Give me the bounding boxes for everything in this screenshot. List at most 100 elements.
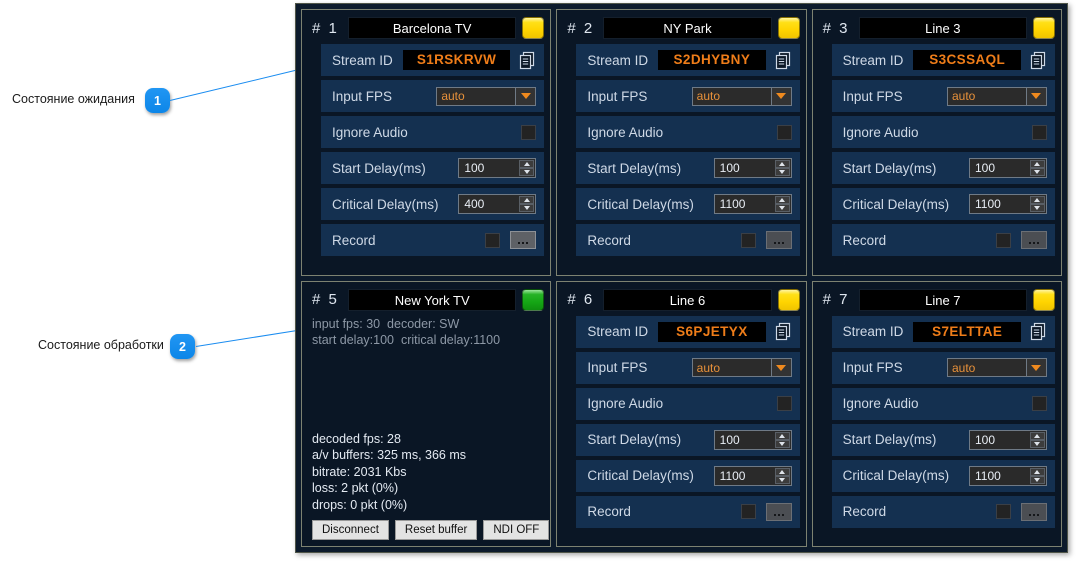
copy-icon[interactable] (519, 51, 536, 70)
settings-rows: Stream ID S2DHYBNY Input FPS auto Ignore… (563, 44, 800, 256)
status-led-running[interactable] (522, 288, 545, 311)
copy-icon[interactable] (775, 322, 792, 341)
record-browse-button[interactable] (765, 502, 792, 521)
ignore-audio-checkbox[interactable] (1031, 396, 1047, 411)
stepper-down-icon[interactable] (774, 439, 790, 448)
ndi-toggle-button[interactable]: NDI OFF (483, 520, 550, 540)
stepper-arrows[interactable] (774, 467, 790, 484)
record-browse-button[interactable] (1020, 231, 1047, 249)
input-fps-select[interactable]: auto (691, 358, 792, 377)
chevron-down-icon[interactable] (515, 87, 536, 105)
record-checkbox[interactable] (740, 232, 756, 248)
stepper-down-icon[interactable] (1029, 168, 1045, 176)
stepper-down-icon[interactable] (1029, 475, 1045, 484)
channel-card[interactable]: # 1 Barcelona TV Stream ID S1RSKRVW Inpu… (301, 9, 552, 276)
channel-card[interactable]: # 6 Line 6 Stream ID S6PJETYX Input FPS … (556, 280, 807, 547)
stepper-down-icon[interactable] (519, 168, 535, 176)
stepper-up-icon[interactable] (774, 196, 790, 204)
stepper-down-icon[interactable] (774, 168, 790, 176)
record-checkbox[interactable] (485, 232, 501, 248)
stepper-up-icon[interactable] (774, 431, 790, 440)
stream-id-value[interactable]: S7ELTTAE (913, 321, 1021, 342)
stepper-arrows[interactable] (519, 196, 535, 212)
record-browse-button[interactable] (1020, 502, 1047, 521)
channel-title-field[interactable]: Line 3 (858, 17, 1027, 39)
start-delay-stepper[interactable]: 100 (713, 158, 792, 178)
stepper-arrows[interactable] (774, 196, 790, 212)
status-led-idle[interactable] (522, 17, 545, 39)
stepper-up-icon[interactable] (1029, 467, 1045, 476)
record-checkbox[interactable] (995, 232, 1011, 248)
ignore-audio-checkbox[interactable] (521, 124, 537, 140)
chevron-down-icon[interactable] (770, 87, 791, 105)
stepper-down-icon[interactable] (1029, 204, 1045, 212)
stream-id-value[interactable]: S3CSSAQL (913, 50, 1021, 70)
disconnect-button[interactable]: Disconnect (312, 520, 389, 540)
critical-delay-stepper[interactable]: 1100 (713, 194, 792, 214)
record-browse-button[interactable] (765, 231, 792, 249)
critical-delay-stepper[interactable]: 1100 (968, 194, 1047, 214)
chevron-down-icon[interactable] (770, 359, 791, 376)
input-fps-select[interactable]: auto (436, 86, 537, 106)
start-delay-stepper[interactable]: 100 (713, 429, 792, 450)
channel-title-field[interactable]: Line 7 (858, 288, 1027, 311)
stepper-down-icon[interactable] (774, 475, 790, 484)
chevron-down-icon[interactable] (1025, 359, 1046, 376)
stepper-arrows[interactable] (519, 160, 535, 176)
stepper-arrows[interactable] (774, 431, 790, 448)
stepper-arrows[interactable] (1029, 196, 1045, 212)
stepper-up-icon[interactable] (519, 160, 535, 168)
stepper-arrows[interactable] (774, 160, 790, 176)
reset-buffer-button[interactable]: Reset buffer (394, 520, 478, 540)
stepper-down-icon[interactable] (1029, 439, 1045, 448)
copy-icon[interactable] (775, 51, 792, 70)
stream-id-value[interactable]: S6PJETYX (658, 321, 766, 342)
stepper-up-icon[interactable] (1029, 196, 1045, 204)
stepper-arrows[interactable] (1029, 467, 1045, 484)
copy-icon[interactable] (1030, 51, 1047, 70)
channel-card-running[interactable]: # 5 New York TV input fps: 30 decoder: S… (301, 280, 552, 547)
channel-card[interactable]: # 7 Line 7 Stream ID S7ELTTAE Input FPS … (811, 280, 1062, 547)
input-fps-select[interactable]: auto (946, 358, 1047, 377)
chevron-down-icon[interactable] (1025, 87, 1046, 105)
start-delay-stepper[interactable]: 100 (968, 429, 1047, 450)
critical-delay-stepper[interactable]: 400 (458, 194, 537, 214)
channel-title-field[interactable]: New York TV (348, 288, 517, 311)
row-ignore-audio: Ignore Audio (321, 116, 545, 148)
input-fps-value: auto (696, 360, 721, 375)
start-delay-stepper[interactable]: 100 (458, 158, 537, 178)
stepper-down-icon[interactable] (774, 204, 790, 212)
stepper-up-icon[interactable] (1029, 160, 1045, 168)
stream-id-value[interactable]: S1RSKRVW (402, 50, 511, 70)
ignore-audio-checkbox[interactable] (776, 124, 792, 140)
channel-title-field[interactable]: NY Park (603, 17, 772, 39)
critical-delay-stepper[interactable]: 1100 (968, 465, 1047, 486)
critical-delay-stepper[interactable]: 1100 (713, 465, 792, 486)
start-delay-stepper[interactable]: 100 (968, 158, 1047, 178)
stepper-up-icon[interactable] (774, 160, 790, 168)
status-led-idle[interactable] (1032, 288, 1055, 311)
ignore-audio-checkbox[interactable] (1031, 124, 1047, 140)
status-led-idle[interactable] (777, 17, 800, 39)
stepper-arrows[interactable] (1029, 160, 1045, 176)
stepper-up-icon[interactable] (1029, 431, 1045, 440)
ignore-audio-checkbox[interactable] (776, 396, 792, 411)
status-led-idle[interactable] (777, 288, 800, 311)
record-browse-button[interactable] (510, 231, 537, 249)
status-led-idle[interactable] (1032, 17, 1055, 39)
stream-id-value[interactable]: S2DHYBNY (658, 50, 766, 70)
channel-title-field[interactable]: Line 6 (603, 288, 772, 311)
stepper-down-icon[interactable] (519, 204, 535, 212)
input-fps-select[interactable]: auto (946, 86, 1047, 106)
channel-card[interactable]: # 3 Line 3 Stream ID S3CSSAQL Input FPS … (811, 9, 1062, 276)
record-checkbox[interactable] (740, 504, 756, 519)
row-ignore-audio: Ignore Audio (831, 116, 1055, 148)
record-checkbox[interactable] (995, 504, 1011, 519)
copy-icon[interactable] (1030, 322, 1047, 341)
stepper-arrows[interactable] (1029, 431, 1045, 448)
input-fps-select[interactable]: auto (691, 86, 792, 106)
channel-card[interactable]: # 2 NY Park Stream ID S2DHYBNY Input FPS… (556, 9, 807, 276)
stepper-up-icon[interactable] (774, 467, 790, 476)
channel-title-field[interactable]: Barcelona TV (348, 17, 517, 39)
stepper-up-icon[interactable] (519, 196, 535, 204)
